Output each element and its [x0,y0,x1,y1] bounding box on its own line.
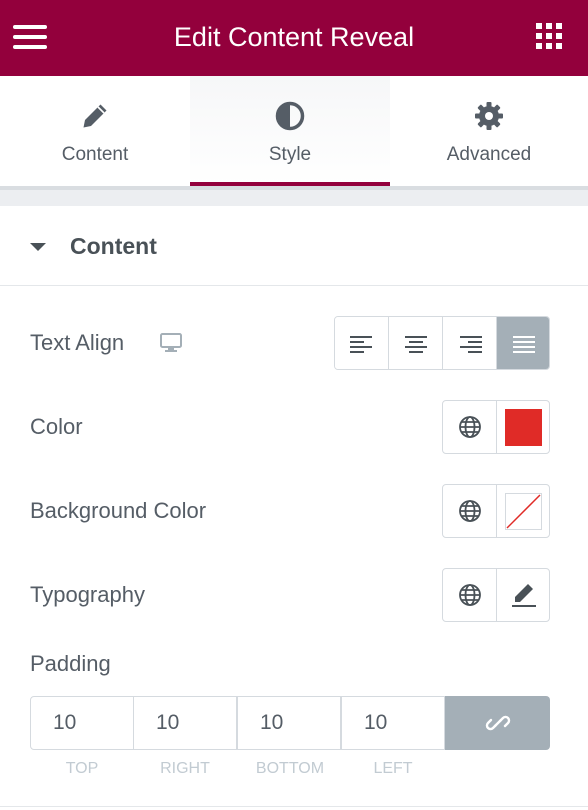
align-right-button[interactable] [443,317,497,369]
section-toggle-content[interactable]: Content [0,206,588,286]
empty-color-swatch [505,493,542,530]
padding-left-caption: LEFT [373,760,413,777]
align-right-icon [460,336,482,353]
typography-label: Typography [30,582,145,607]
half-circle-icon [275,101,305,131]
globe-icon [459,584,481,606]
grid-apps-icon[interactable] [536,23,564,51]
tab-label: Style [268,144,312,165]
monitor-icon[interactable] [160,333,182,353]
link-icon [485,715,511,731]
panel-tabs: Content Style Advanced [0,76,588,186]
color-label: Color [30,414,83,439]
padding-top-input-wrap [30,696,134,750]
padding-top-input[interactable] [31,697,133,749]
global-fonts-button[interactable] [443,569,497,621]
tabs-divider [0,186,588,206]
align-center-button[interactable] [389,317,443,369]
tab-label: Content [61,144,129,165]
section-divider [0,806,588,807]
link-values-button[interactable] [445,696,550,750]
panel-header: Edit Content Reveal [0,0,588,76]
padding-left-input-wrap [341,696,445,750]
padding-bottom-caption: BOTTOM [255,760,325,777]
globe-icon [459,416,481,438]
panel-title: Edit Content Reveal [173,22,415,52]
section-title: Content [70,233,157,259]
gear-icon [475,102,503,130]
align-justify-button[interactable] [497,317,549,369]
align-justify-icon [513,336,535,353]
padding-right-caption: RIGHT [160,760,210,777]
padding-control [30,696,550,750]
padding-label: Padding [30,651,111,676]
tab-content[interactable]: Content [0,76,190,186]
color-picker-button[interactable] [497,401,549,453]
padding-top-caption: TOP [65,760,99,777]
tab-label: Advanced [446,144,532,165]
background-color-label: Background Color [30,498,207,523]
edit-typography-button[interactable] [497,569,549,621]
global-colors-button[interactable] [443,485,497,537]
padding-bottom-input[interactable] [238,697,340,749]
align-left-icon [350,336,372,353]
align-left-button[interactable] [335,317,389,369]
tab-advanced[interactable]: Advanced [390,76,588,186]
text-align-label: Text Align [30,330,125,355]
text-align-control [334,316,550,370]
color-swatch [505,409,542,446]
padding-right-input-wrap [133,696,237,750]
padding-left-input[interactable] [342,697,444,749]
color-control [442,400,550,454]
background-color-control [442,484,550,538]
globe-icon [459,500,481,522]
no-color-slash-icon [506,494,541,529]
pencil-edit-icon [512,584,536,607]
global-colors-button[interactable] [443,401,497,453]
padding-bottom-input-wrap [237,696,341,750]
align-center-icon [405,336,427,353]
padding-right-input[interactable] [134,697,236,749]
tab-style[interactable]: Style [190,76,390,186]
caret-down-icon [30,243,46,251]
color-picker-button[interactable] [497,485,549,537]
pencil-icon [83,104,107,128]
typography-control [442,568,550,622]
